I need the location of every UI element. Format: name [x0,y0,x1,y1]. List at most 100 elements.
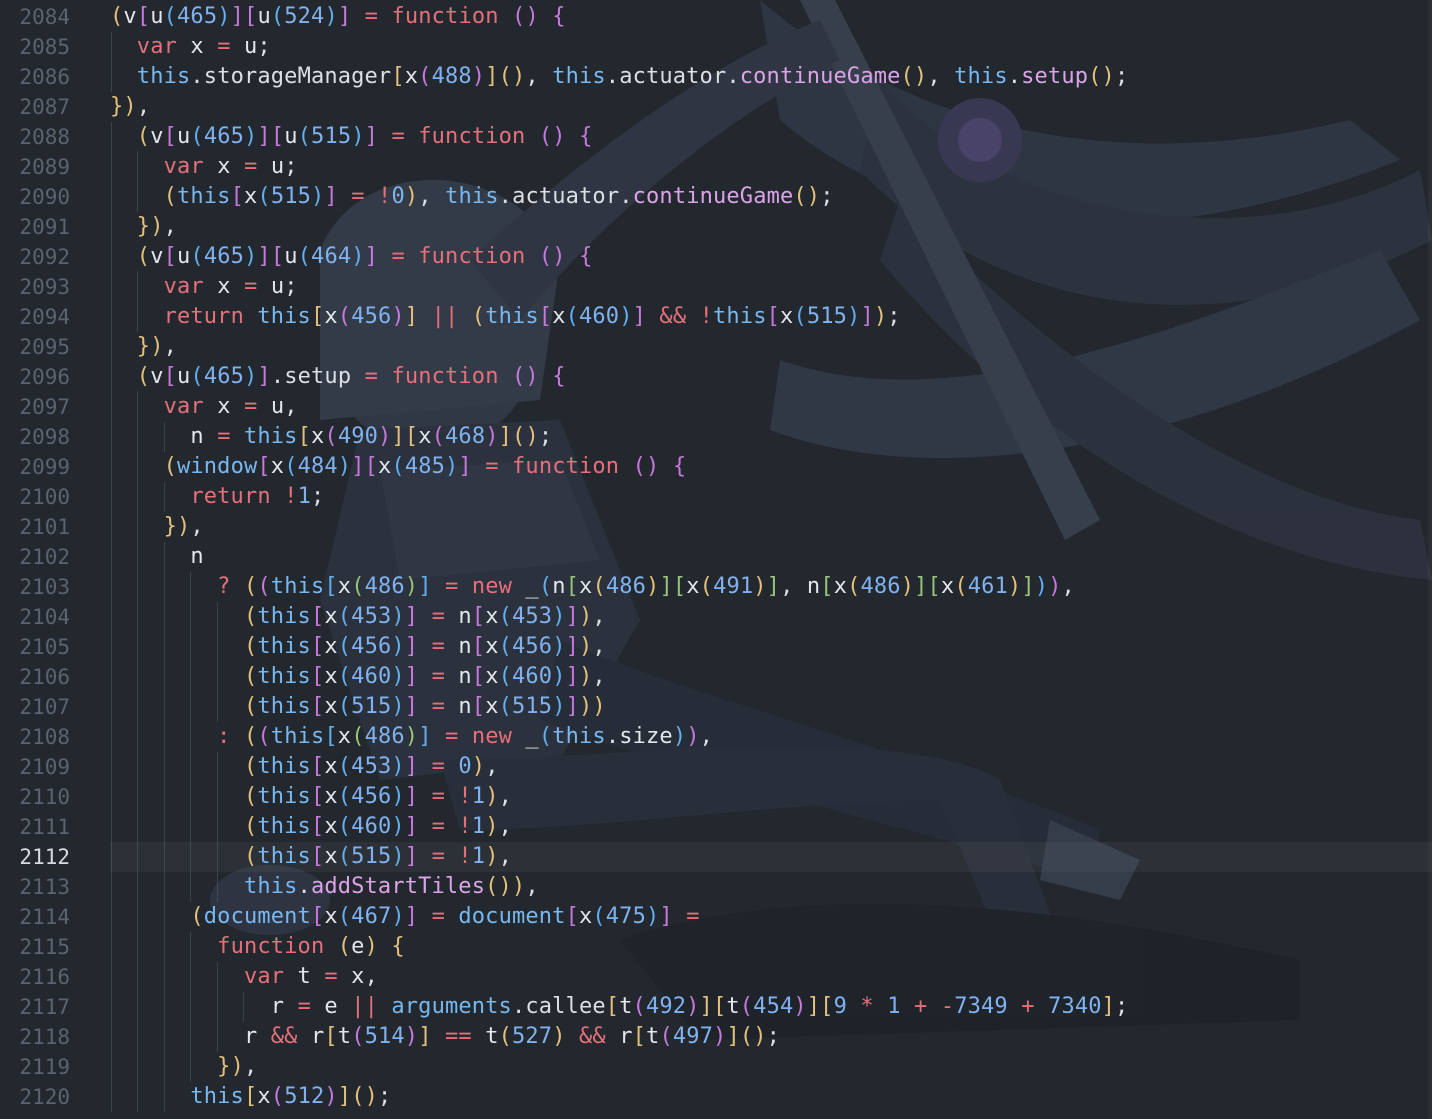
indent-guide [137,1052,139,1082]
indent-guide [137,902,139,932]
code-area[interactable]: (v[u(465)][u(524)] = function () { var x… [110,2,1432,1112]
vertical-scrollbar[interactable] [1428,0,1432,1119]
code-line[interactable]: return this[x(456)] || (this[x(460)] && … [110,302,1432,332]
code-line[interactable]: (this[x(515)] = n[x(515)])) [110,692,1432,722]
indent-guide [137,992,139,1022]
code-line[interactable]: (window[x(484)][x(485)] = function () { [110,452,1432,482]
code-line[interactable]: (this[x(456)] = !1), [110,782,1432,812]
indent-guide [111,302,112,332]
indent-guide [111,782,112,812]
line-number: 2108 [19,725,70,749]
code-line[interactable]: this.storageManager[x(488)](), this.actu… [110,62,1432,92]
indent-guide [111,542,112,572]
line-number: 2091 [19,215,70,239]
indent-guide [163,752,165,782]
indent-guide [216,632,218,662]
indent-guide [137,152,139,182]
code-line[interactable]: this.addStartTiles()), [110,872,1432,902]
indent-guide [111,752,112,782]
code-line[interactable]: r && r[t(514)] == t(527) && r[t(497)](); [110,1022,1432,1052]
code-line[interactable]: (this[x(460)] = !1), [110,812,1432,842]
indent-guide [137,302,139,332]
indent-guide [111,332,112,362]
indent-guide [163,1022,165,1052]
indent-guide [111,362,112,392]
indent-guide [137,662,139,692]
indent-guide [111,152,112,182]
indent-guide [111,62,112,92]
indent-guide [163,872,165,902]
indent-guide [111,422,112,452]
indent-guide [137,722,139,752]
indent-guide [190,722,192,752]
indent-guide [137,692,139,722]
line-number: 2088 [19,125,70,149]
code-line[interactable]: ? ((this[x(486)] = new _(n[x(486)][x(491… [110,572,1432,602]
code-line[interactable]: }), [110,512,1432,542]
indent-guide [190,572,192,602]
indent-guide [163,422,165,452]
indent-guide [216,842,218,872]
indent-guide [190,632,192,662]
line-number: 2120 [19,1085,70,1109]
code-line[interactable]: (v[u(465)].setup = function () { [110,362,1432,392]
indent-guide [111,272,112,302]
indent-guide [111,632,112,662]
line-number: 2104 [19,605,70,629]
indent-guide [111,212,112,242]
code-line[interactable]: (v[u(465)][u(515)] = function () { [110,122,1432,152]
line-number: 2098 [19,425,70,449]
indent-guide [111,692,112,722]
code-line[interactable]: return !1; [110,482,1432,512]
code-line[interactable]: var x = u; [110,32,1432,62]
code-line[interactable]: (this[x(456)] = n[x(456)]), [110,632,1432,662]
line-number: 2111 [19,815,70,839]
code-line[interactable]: var x = u, [110,392,1432,422]
code-line[interactable]: r = e || arguments.callee[t(492)][t(454)… [110,992,1432,1022]
code-line[interactable]: (this[x(515)] = !0), this.actuator.conti… [110,182,1432,212]
code-line[interactable]: (v[u(465)][u(524)] = function () { [110,2,1432,32]
indent-guide [163,692,165,722]
indent-guide [137,512,139,542]
indent-guide [137,752,139,782]
line-number: 2101 [19,515,70,539]
indent-guide [216,812,218,842]
indent-guide [216,692,218,722]
line-number: 2090 [19,185,70,209]
indent-guide [137,962,139,992]
code-line[interactable]: (this[x(453)] = 0), [110,752,1432,782]
indent-guide [111,242,112,272]
indent-guide [137,182,139,212]
code-line[interactable]: this[x(512)](); [110,1082,1432,1112]
indent-guide [111,902,112,932]
code-line[interactable]: (v[u(465)][u(464)] = function () { [110,242,1432,272]
indent-guide [216,602,218,632]
code-line[interactable]: function (e) { [110,932,1432,962]
code-line[interactable]: (document[x(467)] = document[x(475)] = [110,902,1432,932]
code-line[interactable]: (this[x(515)] = !1), [110,842,1432,872]
indent-guide [163,962,165,992]
code-line[interactable]: n [110,542,1432,572]
line-number: 2085 [19,35,70,59]
code-line[interactable]: var x = u; [110,152,1432,182]
code-line[interactable]: (this[x(460)] = n[x(460)]), [110,662,1432,692]
indent-guide [137,482,139,512]
indent-guide [111,842,112,872]
code-line[interactable]: n = this[x(490)][x(468)](); [110,422,1432,452]
indent-guide [163,482,165,512]
indent-guide [111,512,112,542]
code-line[interactable]: var t = x, [110,962,1432,992]
line-number: 2089 [19,155,70,179]
code-line[interactable]: }), [110,212,1432,242]
indent-guide [216,992,218,1022]
code-line[interactable]: }), [110,92,1432,122]
indent-guide [111,32,112,62]
code-line[interactable]: (this[x(453)] = n[x(453)]), [110,602,1432,632]
code-line[interactable]: var x = u; [110,272,1432,302]
code-line[interactable]: }), [110,332,1432,362]
indent-guide [111,482,112,512]
code-line[interactable]: : ((this[x(486)] = new _(this.size)), [110,722,1432,752]
indent-guide [190,692,192,722]
code-line[interactable]: }), [110,1052,1432,1082]
code-editor[interactable]: 2084 2085 2086 2087 2088 2089 2090 2091 2092 2093… [0,0,1432,1119]
